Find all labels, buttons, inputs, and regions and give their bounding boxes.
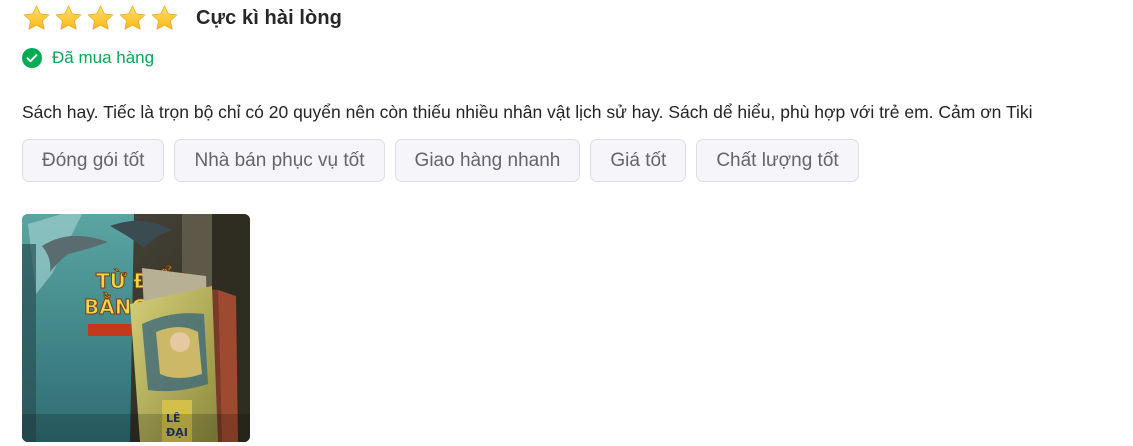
review-tags: Đóng gói tốt Nhà bán phục vụ tốt Giao hà… [22, 139, 859, 182]
tag-packaging[interactable]: Đóng gói tốt [22, 139, 165, 182]
review-photo-image: TỪ ĐIỂN BẰNG H LÊ ĐẠI [22, 214, 250, 442]
tag-good-price[interactable]: Giá tốt [590, 139, 687, 182]
review-photo[interactable]: TỪ ĐIỂN BẰNG H LÊ ĐẠI [22, 214, 250, 442]
purchased-badge: Đã mua hàng [22, 47, 154, 69]
star-icon [119, 5, 146, 30]
star-icon [87, 5, 114, 30]
check-circle-icon [22, 48, 42, 68]
tag-good-quality[interactable]: Chất lượng tốt [696, 139, 859, 182]
star-icon [23, 5, 50, 30]
tag-seller-service[interactable]: Nhà bán phục vụ tốt [174, 139, 385, 182]
star-icon [151, 5, 178, 30]
star-rating [22, 4, 179, 33]
purchased-label: Đã mua hàng [52, 48, 155, 67]
tag-fast-delivery[interactable]: Giao hàng nhanh [394, 139, 581, 182]
rating-title: Cực kì hài lòng [196, 6, 343, 29]
rating-row: Cực kì hài lòng [22, 4, 342, 32]
star-icon [55, 5, 82, 30]
review-text: Sách hay. Tiếc là trọn bộ chỉ có 20 quyể… [22, 102, 1033, 122]
